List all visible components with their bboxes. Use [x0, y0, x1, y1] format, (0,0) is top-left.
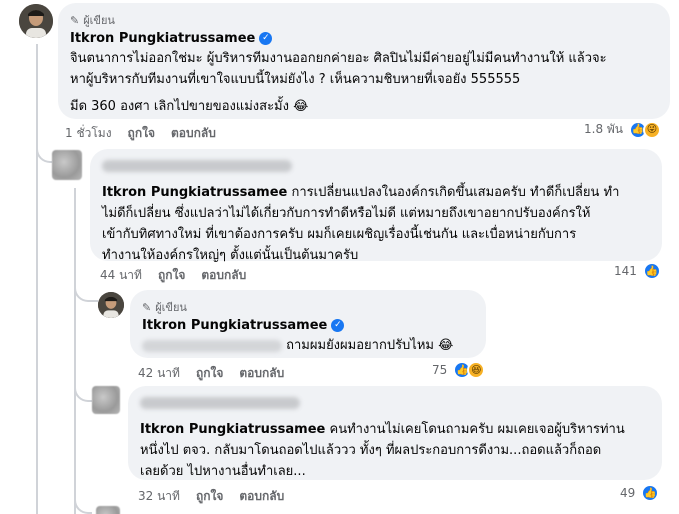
reply-button[interactable]: ตอบกลับ	[239, 487, 284, 506]
comment-text-line: เข้ากับทิศทางใหม่ ที่เขาต้องการครับ ผมก็…	[102, 227, 577, 242]
comment-text-line: ไม่ดีก็เปลี่ยน ซึ่งแปลว่าไม่ได้เกี่ยวกับ…	[102, 206, 591, 221]
mention-link[interactable]: Itkron Pungkiatrussamee	[102, 185, 287, 200]
mention-blurred	[142, 339, 282, 352]
like-button[interactable]: ถูกใจ	[158, 266, 185, 285]
comment-text-line: จินตนาการไม่ออกใช่มะ ผู้บริหารทีมงานออกย…	[70, 51, 607, 66]
pen-icon: ✎	[142, 300, 152, 314]
reaction-count: 141	[614, 264, 637, 278]
like-button[interactable]: ถูกใจ	[196, 364, 223, 383]
thread-curve-reply1	[36, 125, 52, 163]
comment-text-segment: การเปลี่ยนแปลงในองค์กรเกิดขึ้นเสมอครับ ท…	[287, 185, 620, 200]
thread-line-sub	[74, 188, 76, 514]
reply-button[interactable]: ตอบกลับ	[201, 266, 246, 285]
author-badge: ✎ ผู้เขียน	[70, 11, 658, 29]
comment-author[interactable]: Itkron Pungkiatrussamee	[70, 31, 255, 46]
comment-text-line: Itkron Pungkiatrussamee คนทำงานไม่เคยโดน…	[140, 419, 650, 440]
comment-actions: 44 นาที ถูกใจ ตอบกลับ	[100, 266, 246, 285]
comment-text-line: ถามผมยังผมอยากปรับไหม 😂	[142, 335, 474, 356]
comment-text-line: เลยด้วย ไปหางานอื่นทำเลย...	[140, 464, 306, 479]
thread-curve-reply3	[74, 360, 92, 402]
comment-actions: 32 นาที ถูกใจ ตอบกลับ	[138, 487, 284, 506]
like-button[interactable]: ถูกใจ	[196, 487, 223, 506]
reaction-count: 1.8 พัน	[584, 122, 624, 136]
comment-text-line: หาผู้บริหารกับทีมงานที่เขาใจแบบนี้ใหม่ยั…	[70, 72, 521, 87]
comment-timestamp[interactable]: 32 นาที	[138, 487, 180, 506]
comment-timestamp[interactable]: 1 ชั่วโมง	[65, 124, 112, 143]
commenter-name-blurred	[102, 157, 650, 176]
avatar[interactable]	[52, 150, 82, 180]
laugh-reaction-icon: 😜	[643, 120, 662, 139]
comment-bubble: Itkron Pungkiatrussamee การเปลี่ยนแปลงใน…	[90, 149, 662, 263]
comment-text-line: หนึ่งไป ตจว. กลับมาโดนถอดไปแล้ววว ทั้งๆ …	[140, 443, 602, 458]
comment-actions: 42 นาที ถูกใจ ตอบกลับ	[138, 364, 284, 383]
author-badge-label: ผู้เขียน	[155, 301, 187, 314]
avatar[interactable]	[19, 4, 53, 38]
comment-timestamp[interactable]: 42 นาที	[138, 364, 180, 383]
profile-photo-icon	[19, 4, 53, 38]
author-badge-label: ผู้เขียน	[83, 14, 115, 27]
commenter-name-blurred	[140, 394, 650, 413]
verified-badge-icon: ✓	[331, 319, 345, 332]
comment-text-line: Itkron Pungkiatrussamee การเปลี่ยนแปลงใน…	[102, 182, 650, 203]
comment-bubble: ✎ ผู้เขียน Itkron Pungkiatrussamee ✓ ถาม…	[130, 290, 486, 358]
like-button[interactable]: ถูกใจ	[128, 124, 155, 143]
reaction-summary[interactable]: 49 👍	[620, 484, 660, 502]
comment-text-line: มีด 360 องศา เลิกไปขายของแม่งสะมั้ง 😂	[70, 99, 309, 114]
comment-bubble: ✎ ผู้เขียน Itkron Pungkiatrussamee ✓ จิน…	[58, 3, 670, 119]
verified-badge-icon: ✓	[259, 32, 273, 45]
profile-photo-icon	[98, 292, 124, 318]
comment-actions: 1 ชั่วโมง ถูกใจ ตอบกลับ	[65, 124, 216, 143]
mention-link[interactable]: Itkron Pungkiatrussamee	[140, 422, 325, 437]
author-badge: ✎ ผู้เขียน	[142, 298, 474, 316]
comment-timestamp[interactable]: 44 นาที	[100, 266, 142, 285]
thread-line-main	[36, 44, 38, 514]
comment-text-line: ทำงานให้องค์กรใหญ่ๆ ตั้งแต่นั้นเป็นต้นมา…	[102, 248, 359, 263]
avatar[interactable]	[98, 292, 124, 318]
laugh-reaction-icon: 😆	[467, 361, 486, 379]
avatar[interactable]	[96, 506, 120, 514]
thread-curve-reply4	[74, 470, 92, 514]
comment-author[interactable]: Itkron Pungkiatrussamee	[142, 318, 327, 333]
reply-button[interactable]: ตอบกลับ	[171, 124, 216, 143]
reaction-count: 75	[432, 363, 448, 377]
reaction-count: 49	[620, 486, 636, 500]
pen-icon: ✎	[70, 13, 80, 27]
comment-text-segment: คนทำงานไม่เคยโดนถามครับ ผมเคยเจอผู้บริหา…	[325, 422, 625, 437]
like-reaction-icon: 👍	[641, 484, 660, 502]
thread-curve-reply2	[74, 262, 98, 302]
reply-button[interactable]: ตอบกลับ	[239, 364, 284, 383]
like-reaction-icon: 👍	[642, 262, 661, 280]
reaction-summary[interactable]: 1.8 พัน 👍 😜	[584, 120, 662, 139]
reaction-summary[interactable]: 141 👍	[614, 262, 661, 280]
comment-text-segment: ถามผมยังผมอยากปรับไหม 😂	[286, 338, 454, 353]
reaction-summary[interactable]: 75 👍 😆	[432, 361, 486, 379]
comment-bubble: Itkron Pungkiatrussamee คนทำงานไม่เคยโดน…	[128, 386, 662, 480]
avatar[interactable]	[92, 386, 120, 414]
